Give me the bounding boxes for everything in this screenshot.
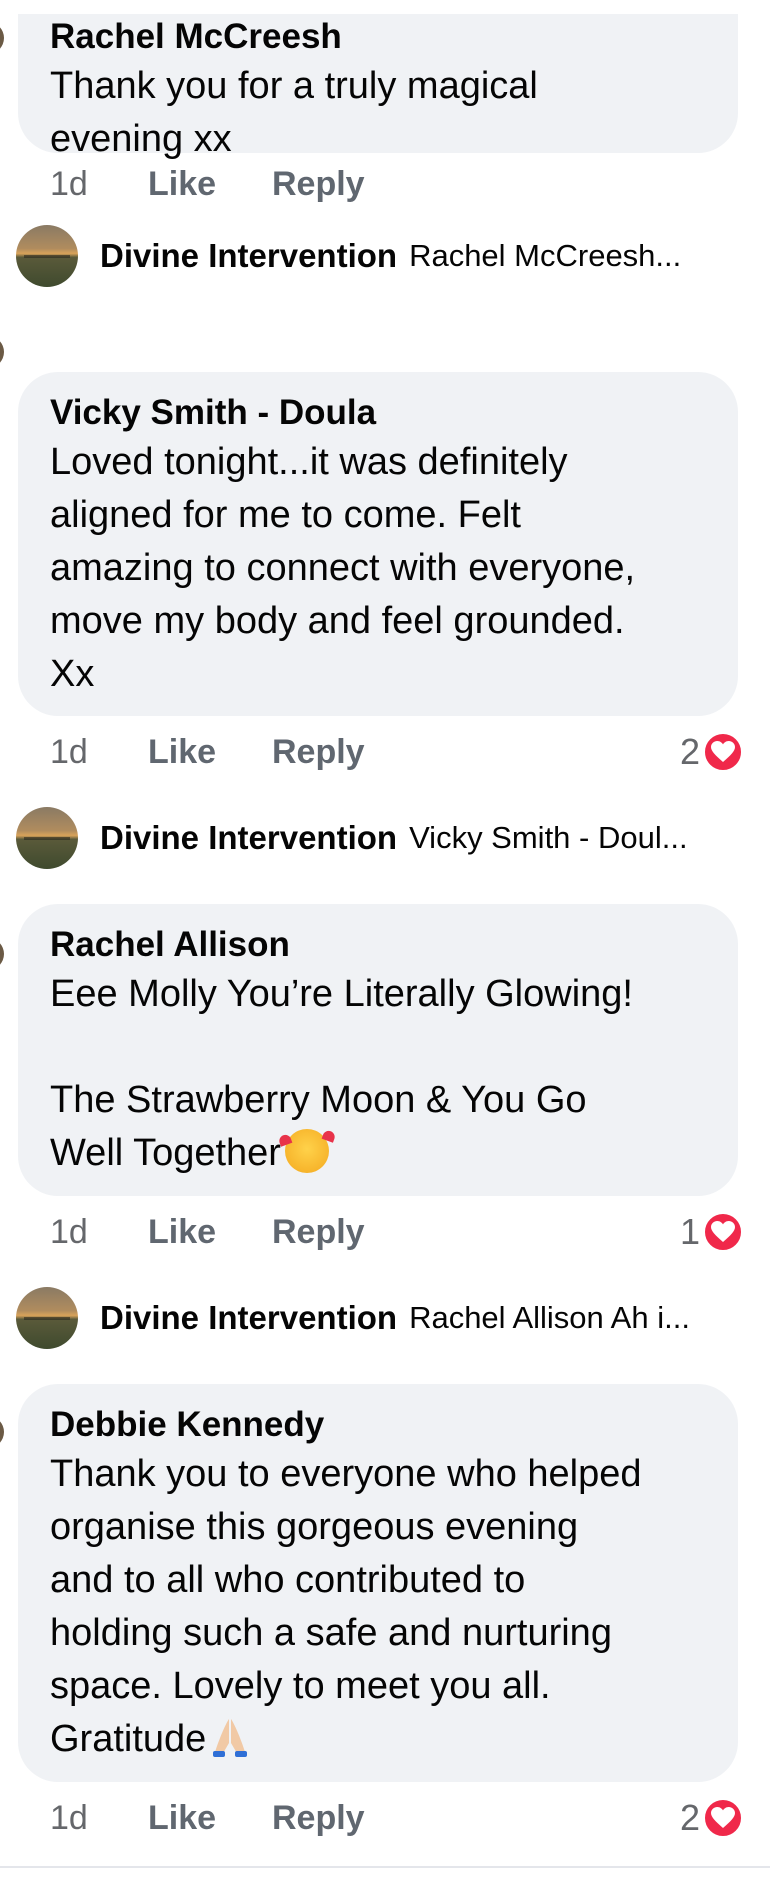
reaction-summary[interactable]: 2 xyxy=(680,728,744,776)
page-avatar[interactable] xyxy=(16,807,78,869)
comment-author[interactable]: Debbie Kennedy xyxy=(50,1402,706,1448)
comment-author[interactable]: Rachel Allison xyxy=(50,922,706,968)
comment-text-line: Eee Molly You’re Literally Glowing! xyxy=(50,973,633,1015)
comment-actions: 1d Like Reply xyxy=(50,1794,365,1842)
comment-text: Loved tonight...it was definitely aligne… xyxy=(50,441,636,695)
reply-preview-text[interactable]: Rachel McCreesh... xyxy=(409,238,681,274)
comments-thread: Rachel McCreesh Thank you for a truly ma… xyxy=(0,0,770,1877)
comment-author[interactable]: Vicky Smith - Doula xyxy=(50,390,706,436)
comment-text-line: Thank you to everyone who helped organis… xyxy=(50,1453,642,1760)
comment-author[interactable]: Rachel McCreesh xyxy=(50,14,706,60)
comment-actions: 1d Like Reply xyxy=(50,728,365,776)
comment-timestamp[interactable]: 1d xyxy=(50,1799,148,1838)
smiling-face-with-hearts-icon xyxy=(284,1129,329,1173)
folded-hands-icon xyxy=(210,1715,250,1759)
reply-button[interactable]: Reply xyxy=(272,1213,365,1252)
like-button[interactable]: Like xyxy=(148,1213,272,1252)
comment-actions: 1d Like Reply xyxy=(50,160,365,208)
reply-button[interactable]: Reply xyxy=(272,1799,365,1838)
reply-button[interactable]: Reply xyxy=(272,733,365,772)
comment-bubble: Debbie Kennedy Thank you to everyone who… xyxy=(18,1384,738,1782)
like-button[interactable]: Like xyxy=(148,165,272,204)
reaction-count: 2 xyxy=(679,1797,700,1838)
divider xyxy=(0,1866,770,1868)
commenter-avatar[interactable] xyxy=(0,336,4,368)
page-avatar[interactable] xyxy=(16,1287,78,1349)
reply-preview-row[interactable]: Divine Intervention Rachel McCreesh... xyxy=(16,224,756,288)
reply-preview-text[interactable]: Vicky Smith - Doul... xyxy=(409,820,688,856)
heart-reaction-icon xyxy=(702,1211,744,1253)
comment-timestamp[interactable]: 1d xyxy=(50,165,148,204)
comment-timestamp[interactable]: 1d xyxy=(50,733,148,772)
reply-author[interactable]: Divine Intervention xyxy=(100,1299,397,1337)
comment-bubble: Vicky Smith - Doula Loved tonight...it w… xyxy=(18,372,738,716)
heart-reaction-icon xyxy=(702,1797,744,1839)
reaction-count: 1 xyxy=(679,1211,700,1252)
comment-text: Thank you for a truly magical evening xx xyxy=(50,65,538,160)
reply-preview-row[interactable]: Divine Intervention Vicky Smith - Doul..… xyxy=(16,806,756,870)
comment-text: Thank you to everyone who helped organis… xyxy=(50,1448,706,1766)
reply-preview-text[interactable]: Rachel Allison Ah i... xyxy=(409,1300,690,1336)
reaction-summary[interactable]: 1 xyxy=(680,1208,744,1256)
comment-text: Eee Molly You’re Literally Glowing! The … xyxy=(50,968,706,1180)
like-button[interactable]: Like xyxy=(148,733,272,772)
heart-reaction-icon xyxy=(702,731,744,773)
reply-author[interactable]: Divine Intervention xyxy=(100,237,397,275)
page-avatar[interactable] xyxy=(16,225,78,287)
comment-timestamp[interactable]: 1d xyxy=(50,1213,148,1252)
commenter-avatar[interactable] xyxy=(0,938,4,970)
like-button[interactable]: Like xyxy=(148,1799,272,1838)
reply-author[interactable]: Divine Intervention xyxy=(100,819,397,857)
commenter-avatar[interactable] xyxy=(0,22,4,54)
reaction-summary[interactable]: 2 xyxy=(680,1794,744,1842)
reply-button[interactable]: Reply xyxy=(272,165,365,204)
comment-bubble: Rachel Allison Eee Molly You’re Literall… xyxy=(18,904,738,1196)
comment-bubble: Rachel McCreesh Thank you for a truly ma… xyxy=(18,14,738,160)
comment-actions: 1d Like Reply xyxy=(50,1208,365,1256)
commenter-avatar[interactable] xyxy=(0,1416,4,1448)
reaction-count: 2 xyxy=(679,731,700,772)
reply-preview-row[interactable]: Divine Intervention Rachel Allison Ah i.… xyxy=(16,1286,756,1350)
